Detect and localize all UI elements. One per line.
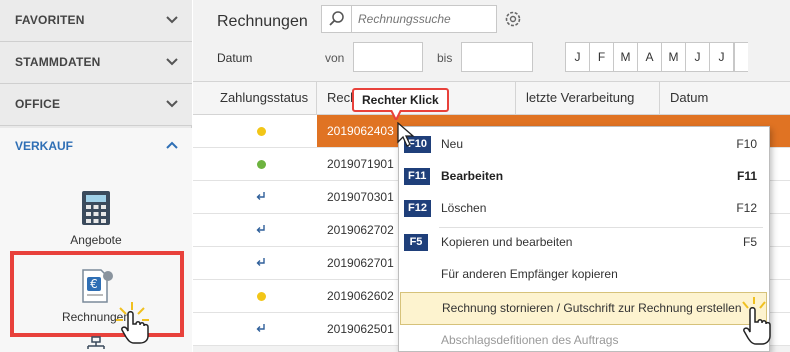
status-cell — [193, 148, 317, 180]
sidebar-section-label: FAVORITEN — [15, 13, 85, 27]
month-button[interactable]: M — [661, 42, 686, 72]
von-label: von — [325, 51, 345, 65]
sidebar-section-stammdaten[interactable]: STAMMDATEN — [0, 42, 192, 84]
menu-item-shortcut: F11 — [736, 169, 757, 183]
month-button[interactable]: J — [565, 42, 590, 72]
menu-item-loeschen[interactable]: F12 Löschen F12 — [399, 192, 769, 225]
menu-item-shortcut: F5 — [742, 235, 757, 249]
status-yellow-icon — [257, 292, 266, 301]
menu-item-label: Abschlagsdefitionen des Auftrags — [441, 333, 619, 347]
sidebar-item-angebote[interactable]: Angebote — [0, 233, 192, 247]
chevron-down-icon — [166, 58, 178, 66]
status-cell — [193, 181, 317, 213]
search-button[interactable] — [322, 6, 352, 32]
sidebar-item-rechnungen[interactable]: Rechnungen — [0, 310, 192, 324]
network-icon[interactable] — [84, 336, 108, 352]
key-badge: F5 — [404, 234, 428, 251]
status-yellow-icon — [257, 127, 266, 136]
month-button[interactable] — [734, 42, 748, 72]
key-badge: F11 — [404, 168, 431, 185]
menu-item-abschlagsdefinitionen: Abschlagsdefitionen des Auftrags — [399, 324, 769, 352]
return-arrow-icon — [256, 258, 265, 266]
menu-item-label: Löschen — [441, 201, 487, 215]
menu-item-label: Kopieren und bearbeiten — [441, 235, 573, 249]
return-arrow-icon — [256, 324, 265, 332]
return-arrow-icon — [256, 225, 265, 233]
bis-label: bis — [437, 51, 453, 65]
svg-text:€: € — [90, 277, 98, 291]
page-title: Rechnungen — [217, 13, 308, 30]
chevron-up-icon[interactable] — [164, 137, 180, 153]
month-button[interactable]: A — [637, 42, 662, 72]
invoice-number: 2019062702 — [327, 223, 394, 237]
invoice-number: 2019070301 — [327, 190, 394, 204]
invoice-number: 2019071901 — [327, 157, 394, 171]
column-header-letzte-verarbeitung[interactable]: letzte Verarbeitung — [516, 82, 660, 114]
menu-item-shortcut: F10 — [736, 137, 757, 151]
sidebar-section-verkauf: VERKAUF Angebote € Rechnungen — [0, 128, 192, 352]
chevron-down-icon — [166, 100, 178, 108]
month-button[interactable]: F — [589, 42, 614, 72]
table-header: Zahlungsstatus Rech letzte Verarbeitung … — [193, 81, 790, 115]
menu-item-shortcut: F12 — [736, 201, 757, 215]
month-button[interactable]: M — [613, 42, 638, 72]
status-cell — [193, 247, 317, 279]
status-cell — [193, 115, 317, 147]
sidebar-section-label: STAMMDATEN — [15, 55, 101, 69]
hand-cursor-icon — [116, 302, 149, 344]
menu-item-label: Für anderen Empfänger kopieren — [441, 267, 618, 281]
sidebar: FAVORITEN STAMMDATEN OFFICE VERKAUF Ange… — [0, 0, 192, 352]
calculator-icon[interactable] — [81, 190, 111, 226]
invoice-number: 2019062701 — [327, 256, 394, 270]
sidebar-section-label: OFFICE — [15, 97, 61, 111]
column-header-zahlungsstatus[interactable]: Zahlungsstatus — [193, 82, 317, 114]
chevron-down-icon — [166, 16, 178, 24]
arrow-cursor-icon — [397, 122, 415, 147]
search-box[interactable] — [321, 5, 497, 33]
search-input[interactable] — [358, 12, 488, 26]
return-arrow-icon — [256, 192, 265, 200]
menu-item-neu[interactable]: F10 Neu F10 — [399, 128, 769, 161]
menu-item-anderen-empfaenger[interactable]: Für anderen Empfänger kopieren — [399, 258, 769, 291]
menu-item-kopieren-bearbeiten[interactable]: F5 Kopieren und bearbeiten F5 — [399, 226, 769, 259]
hand-cursor-icon — [742, 297, 771, 345]
status-green-icon — [257, 160, 266, 169]
column-header-datum[interactable]: Datum — [660, 82, 790, 114]
status-cell — [193, 280, 317, 312]
menu-item-label: Bearbeiten — [441, 169, 504, 183]
month-button[interactable]: J — [685, 42, 710, 72]
date-to-field[interactable] — [461, 42, 533, 72]
sidebar-section-label[interactable]: VERKAUF — [15, 139, 73, 153]
menu-item-stornieren[interactable]: Rechnung stornieren / Gutschrift zur Rec… — [400, 292, 767, 325]
date-from-field[interactable] — [353, 42, 423, 72]
datum-label: Datum — [217, 51, 253, 65]
status-cell — [193, 313, 317, 345]
tooltip-tail — [390, 110, 402, 120]
status-cell — [193, 214, 317, 246]
search-icon — [329, 11, 344, 26]
sidebar-section-favoriten[interactable]: FAVORITEN — [0, 0, 192, 42]
sidebar-section-office[interactable]: OFFICE — [0, 84, 192, 126]
month-filter: J F M A M J J — [565, 42, 748, 72]
menu-item-label: Neu — [441, 137, 464, 151]
menu-item-bearbeiten[interactable]: F11 Bearbeiten F11 — [399, 160, 769, 193]
key-badge: F12 — [404, 200, 431, 217]
invoice-number: 2019062602 — [327, 289, 394, 303]
month-button[interactable]: J — [709, 42, 734, 72]
gear-icon[interactable] — [503, 9, 523, 29]
invoice-number: 2019062501 — [327, 322, 394, 336]
invoice-icon[interactable]: € — [79, 268, 115, 304]
context-menu: F10 Neu F10 F11 Bearbeiten F11 F12 Lösch… — [398, 126, 770, 352]
menu-item-label: Rechnung stornieren / Gutschrift zur Rec… — [442, 301, 742, 315]
annotation-tooltip: Rechter Klick — [352, 88, 449, 112]
